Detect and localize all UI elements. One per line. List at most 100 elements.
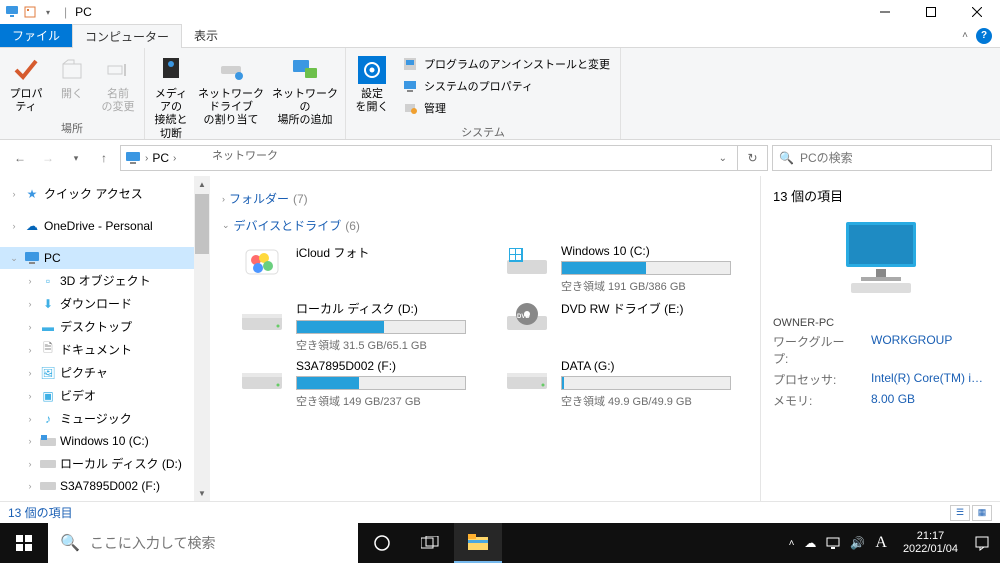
- drive-item[interactable]: Windows 10 (C:)空き領域 191 GB/386 GB: [503, 244, 748, 294]
- nav-documents[interactable]: ›🗎ドキュメント: [0, 338, 210, 361]
- onedrive-tray-icon[interactable]: ☁: [804, 536, 816, 550]
- forward-button[interactable]: →: [36, 146, 60, 170]
- refresh-button[interactable]: ↻: [738, 145, 768, 171]
- nav-drive-g[interactable]: ›DATA (G:): [0, 497, 210, 501]
- ribbon-group-location: プロパティ 開く 名前 の変更 場所: [0, 48, 145, 139]
- pc-image-icon: [773, 217, 988, 297]
- search-input[interactable]: [800, 151, 985, 165]
- expand-icon[interactable]: ›: [24, 436, 36, 446]
- prop-value[interactable]: 8.00 GB: [871, 392, 988, 409]
- volume-tray-icon[interactable]: 🔊: [850, 536, 865, 550]
- nav-pictures[interactable]: ›🖼ピクチャ: [0, 361, 210, 384]
- nav-3d-objects[interactable]: ›▫3D オブジェクト: [0, 269, 210, 292]
- media-button[interactable]: メディアの 接続と切断: [149, 50, 193, 145]
- nav-drive-d[interactable]: ›ローカル ディスク (D:): [0, 452, 210, 475]
- navpane-scrollbar[interactable]: ▲ ▼: [194, 176, 210, 501]
- minimize-button[interactable]: [862, 0, 908, 24]
- expand-icon[interactable]: ›: [24, 391, 36, 401]
- expand-icon[interactable]: ›: [8, 189, 20, 199]
- expand-icon[interactable]: ›: [8, 221, 20, 231]
- task-view-button[interactable]: [406, 523, 454, 563]
- tray-overflow-icon[interactable]: ˄: [789, 538, 795, 549]
- action-center-icon[interactable]: [974, 535, 990, 551]
- ime-indicator[interactable]: A: [875, 534, 887, 552]
- recent-locations-dropdown[interactable]: ▾: [64, 146, 88, 170]
- nav-pc[interactable]: ⌄ PC: [0, 247, 210, 269]
- drive-item[interactable]: S3A7895D002 (F:)空き領域 149 GB/237 GB: [238, 359, 483, 409]
- expand-icon[interactable]: ›: [24, 322, 36, 332]
- rename-button[interactable]: 名前 の変更: [96, 50, 140, 118]
- nav-videos[interactable]: ›▣ビデオ: [0, 384, 210, 407]
- up-button[interactable]: ↑: [92, 146, 116, 170]
- prop-memory: メモリ: 8.00 GB: [773, 392, 988, 409]
- icons-view-button[interactable]: ▦: [972, 505, 992, 521]
- expand-icon[interactable]: ›: [24, 276, 36, 286]
- taskbar-search-input[interactable]: [90, 535, 346, 551]
- drive-item[interactable]: ローカル ディスク (D:)空き領域 31.5 GB/65.1 GB: [238, 300, 483, 353]
- nav-music[interactable]: ›♪ミュージック: [0, 407, 210, 430]
- manage-label: 管理: [424, 100, 446, 116]
- nav-desktop[interactable]: ›▬デスクトップ: [0, 315, 210, 338]
- chevron-right-icon[interactable]: ›: [173, 153, 176, 164]
- expand-icon[interactable]: ›: [24, 481, 36, 491]
- ribbon-collapse-icon[interactable]: ˄: [962, 30, 968, 41]
- prop-workgroup: ワークグループ: WORKGROUP: [773, 333, 988, 367]
- system-small-buttons: プログラムのアンインストールと変更 システムのプロパティ 管理: [396, 50, 616, 122]
- tab-view[interactable]: 表示: [182, 24, 230, 47]
- chevron-right-icon[interactable]: ›: [145, 153, 148, 164]
- help-icon[interactable]: ?: [976, 28, 992, 44]
- settings-button[interactable]: 設定 を開く: [350, 50, 394, 118]
- prop-value[interactable]: Intel(R) Core(TM) i3 C...: [871, 371, 988, 388]
- tab-computer[interactable]: コンピューター: [72, 24, 182, 48]
- nav-drive-c[interactable]: ›Windows 10 (C:): [0, 430, 210, 452]
- scroll-down-icon[interactable]: ▼: [198, 485, 206, 501]
- network-tray-icon[interactable]: [826, 536, 840, 550]
- drive-item[interactable]: DATA (G:)空き領域 49.9 GB/49.9 GB: [503, 359, 748, 409]
- cortana-button[interactable]: [358, 523, 406, 563]
- drive-name: DATA (G:): [561, 359, 748, 373]
- expand-icon[interactable]: ›: [24, 345, 36, 355]
- breadcrumb-dropdown-icon[interactable]: ⌄: [719, 153, 733, 164]
- search-box[interactable]: 🔍: [772, 145, 992, 171]
- prop-value[interactable]: WORKGROUP: [871, 333, 988, 367]
- group-header-drives[interactable]: ⌄ デバイスとドライブ (6): [222, 217, 748, 234]
- network-drive-button[interactable]: ネットワーク ドライブ の割り当て: [195, 50, 267, 132]
- breadcrumb-pc[interactable]: PC: [152, 151, 169, 165]
- nav-quick-access[interactable]: › ★ クイック アクセス: [0, 182, 210, 205]
- expand-icon[interactable]: ›: [24, 414, 36, 424]
- scroll-up-icon[interactable]: ▲: [198, 176, 206, 192]
- properties-button[interactable]: プロパティ: [4, 50, 48, 118]
- expand-icon[interactable]: ›: [24, 459, 36, 469]
- tab-file[interactable]: ファイル: [0, 24, 72, 47]
- status-bar: 13 個の項目 ☰ ▦: [0, 501, 1000, 523]
- details-header: 13 個の項目: [773, 186, 988, 205]
- details-view-button[interactable]: ☰: [950, 505, 970, 521]
- open-button[interactable]: 開く: [50, 50, 94, 105]
- uninstall-label: プログラムのアンインストールと変更: [424, 56, 610, 72]
- start-button[interactable]: [0, 523, 48, 563]
- uninstall-button[interactable]: プログラムのアンインストールと変更: [398, 54, 614, 74]
- properties-qat-icon[interactable]: [22, 4, 38, 20]
- close-button[interactable]: [954, 0, 1000, 24]
- taskbar-clock[interactable]: 21:17 2022/01/04: [897, 530, 964, 556]
- expand-icon[interactable]: ›: [24, 299, 36, 309]
- system-properties-button[interactable]: システムのプロパティ: [398, 76, 614, 96]
- nav-drive-f[interactable]: ›S3A7895D002 (F:): [0, 475, 210, 497]
- taskbar-explorer[interactable]: [454, 523, 502, 563]
- scroll-thumb[interactable]: [195, 194, 209, 254]
- qat-dropdown-icon[interactable]: ▾: [40, 4, 56, 20]
- collapse-icon[interactable]: ⌄: [8, 253, 20, 264]
- network-location-button[interactable]: ネットワークの 場所の追加: [269, 50, 341, 132]
- group-header-folders[interactable]: › フォルダー (7): [222, 190, 748, 207]
- breadcrumb[interactable]: › PC › ⌄: [120, 145, 738, 171]
- drive-item[interactable]: DVDDVD RW ドライブ (E:): [503, 300, 748, 353]
- drive-item[interactable]: iCloud フォト: [238, 244, 483, 294]
- manage-button[interactable]: 管理: [398, 98, 614, 118]
- drive-icon: [40, 478, 56, 494]
- nav-downloads[interactable]: ›⬇ダウンロード: [0, 292, 210, 315]
- nav-onedrive[interactable]: › ☁ OneDrive - Personal: [0, 215, 210, 237]
- expand-icon[interactable]: ›: [24, 368, 36, 378]
- taskbar-search[interactable]: 🔍: [48, 523, 358, 563]
- maximize-button[interactable]: [908, 0, 954, 24]
- back-button[interactable]: ←: [8, 146, 32, 170]
